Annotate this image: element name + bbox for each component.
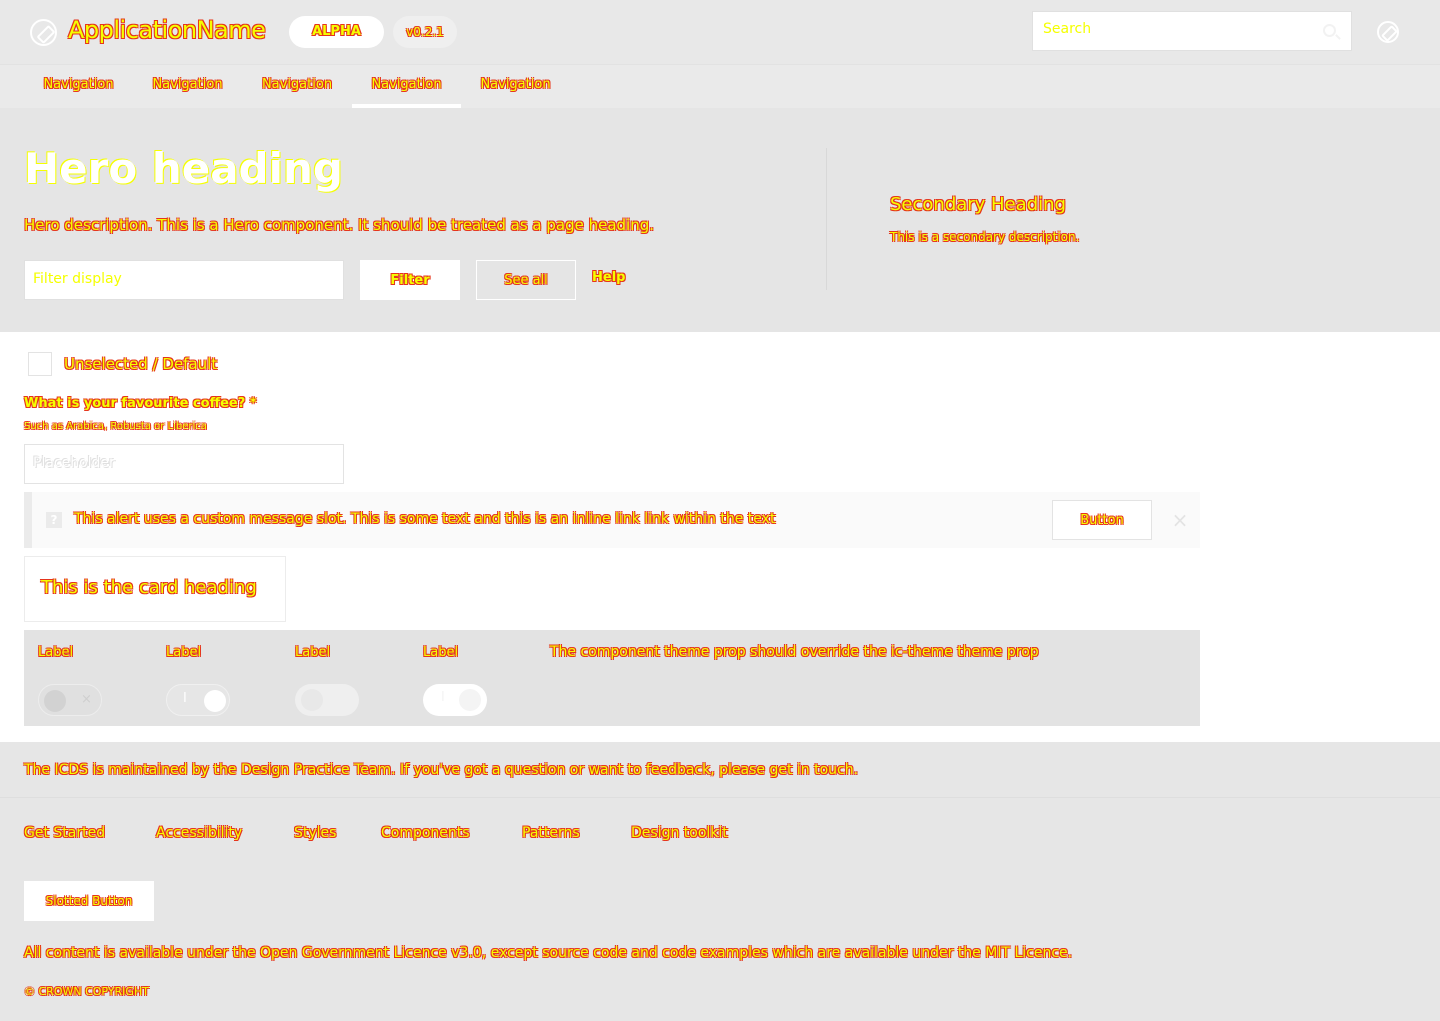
footer-link-design-toolkit[interactable]: Design toolkit	[631, 825, 728, 841]
card[interactable]: This is the card heading	[24, 556, 286, 622]
nav-item-1[interactable]: Navigation	[24, 65, 133, 108]
footer-link-patterns[interactable]: Patterns	[522, 825, 580, 841]
question-icon: ?	[46, 512, 62, 528]
toggle-switch-1[interactable]: ×	[38, 684, 102, 716]
toggle-panel: Label Label Label Label The component th…	[24, 630, 1200, 726]
app-name[interactable]: ApplicationName	[68, 16, 266, 44]
copyright-text: © CROWN COPYRIGHT	[24, 985, 149, 998]
hero-filter-field[interactable]	[24, 260, 344, 300]
toggle-knob	[459, 689, 481, 711]
toggle-switch-3[interactable]	[295, 684, 359, 716]
license-text: All content is available under the Open …	[24, 945, 1073, 961]
theme-override-note: The component theme prop should override…	[550, 644, 1039, 660]
toggle-on-icon: I	[441, 690, 445, 705]
toggle-label-1: Label	[38, 645, 74, 660]
hero-section: Hero heading Hero description. This is a…	[0, 108, 1440, 332]
footer-link-get-started[interactable]: Get Started	[24, 825, 105, 841]
nav-item-5[interactable]: Navigation	[461, 65, 570, 108]
search-icon[interactable]	[1323, 24, 1336, 37]
filter-button[interactable]: Filter	[360, 260, 460, 300]
search-box[interactable]	[1032, 11, 1352, 51]
nav-item-4-active[interactable]: Navigation	[352, 65, 461, 108]
hero-divider	[826, 148, 827, 290]
toggle-label-4: Label	[423, 645, 459, 660]
card-heading: This is the card heading	[41, 577, 257, 598]
alert-action-button[interactable]: Button	[1052, 500, 1152, 540]
coffee-input[interactable]	[33, 455, 333, 471]
nav-item-2[interactable]: Navigation	[133, 65, 242, 108]
footer-link-styles[interactable]: Styles	[294, 825, 336, 841]
alert-message: This alert uses a custom message slot. T…	[74, 511, 776, 527]
footer-link-accessibility[interactable]: Accessibility	[156, 825, 242, 841]
toggle-switch-4[interactable]: I	[423, 684, 487, 716]
toggle-knob	[301, 689, 323, 711]
app-logo-icon[interactable]	[30, 19, 57, 46]
toggle-label-3: Label	[295, 645, 331, 660]
search-input[interactable]	[1043, 21, 1303, 37]
hero-heading: Hero heading	[24, 144, 343, 193]
toggle-knob	[44, 690, 66, 712]
version-tag: v0.2.1	[393, 16, 457, 48]
toggle-off-icon: ×	[81, 692, 92, 707]
toggle-label-2: Label	[166, 645, 202, 660]
footer-description-bar: The ICDS is maintained by the Design Pra…	[0, 742, 1440, 798]
checkbox-label[interactable]: Unselected / Default	[64, 355, 217, 373]
status-tag-alpha: ALPHA	[289, 16, 384, 48]
coffee-hint: Such as Arabica, Robusta or Liberica	[24, 421, 207, 432]
toggle-knob	[204, 690, 226, 712]
main-navigation: Navigation Navigation Navigation Navigat…	[0, 64, 1440, 108]
nav-item-3[interactable]: Navigation	[242, 65, 352, 108]
filter-input[interactable]	[33, 271, 333, 287]
coffee-question-label: What is your favourite coffee? *	[24, 396, 257, 411]
secondary-description: This is a secondary description.	[890, 230, 1080, 244]
footer-maintained-text: The ICDS is maintained by the Design Pra…	[24, 762, 859, 778]
secondary-heading: Secondary Heading	[890, 194, 1066, 215]
hero-description: Hero description. This is a Hero compone…	[24, 216, 655, 234]
info-alert: ? This alert uses a custom message slot.…	[24, 492, 1200, 548]
slotted-button[interactable]: Slotted Button	[24, 881, 154, 921]
see-all-button[interactable]: See all	[476, 260, 576, 300]
help-link[interactable]: Help	[592, 270, 625, 285]
compass-icon[interactable]	[1377, 21, 1399, 43]
close-icon[interactable]: ×	[1170, 510, 1190, 530]
coffee-field[interactable]	[24, 444, 344, 484]
footer: The ICDS is maintained by the Design Pra…	[0, 742, 1440, 1021]
footer-link-components[interactable]: Components	[381, 825, 470, 841]
toggle-switch-2[interactable]: I	[166, 684, 230, 716]
top-header: ApplicationName ALPHA v0.2.1	[0, 0, 1440, 64]
default-checkbox[interactable]	[28, 352, 52, 376]
toggle-on-icon: I	[183, 691, 187, 706]
